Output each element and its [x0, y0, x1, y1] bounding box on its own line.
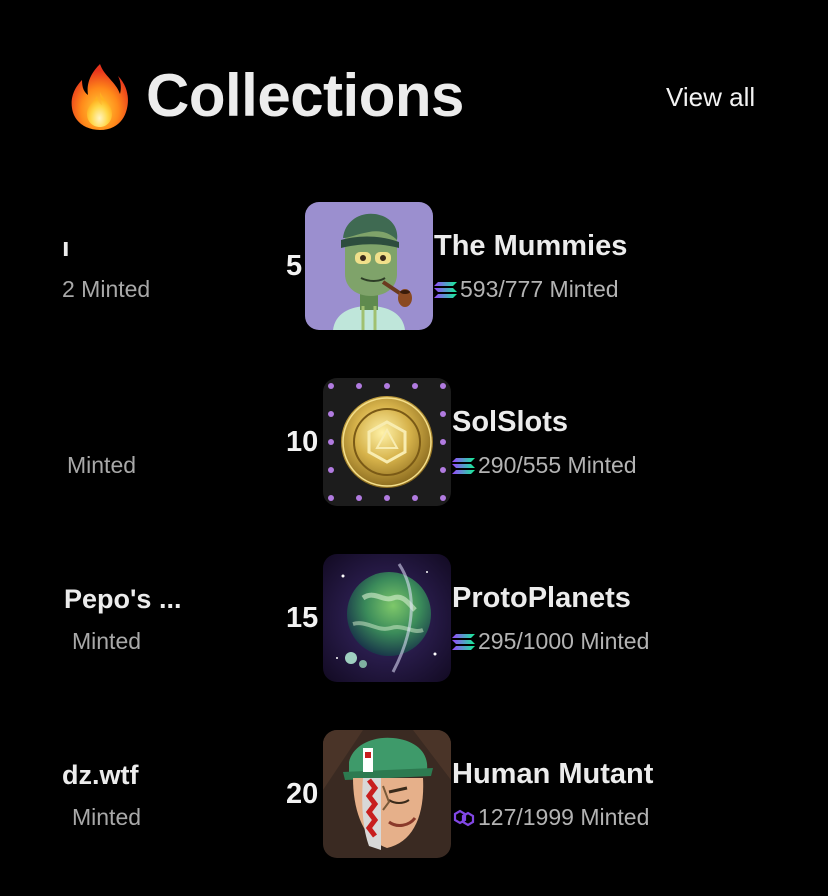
- minted-count: 290/555 Minted: [452, 450, 637, 480]
- rank-number: 5: [286, 250, 303, 282]
- collection-thumbnail[interactable]: [323, 554, 451, 682]
- minted-count: 593/777 Minted: [434, 274, 619, 304]
- solana-icon: [434, 282, 457, 298]
- left-item-name[interactable]: dz.wtf: [62, 758, 138, 792]
- minted-count: 127/1999 Minted: [452, 802, 649, 832]
- mutant-avatar-icon: [323, 730, 451, 858]
- collection-row[interactable]: 5 The Mummies 593/777 Minted: [280, 200, 800, 330]
- collection-thumbnail[interactable]: [305, 202, 433, 330]
- left-item-minted: Minted: [72, 628, 142, 654]
- planet-icon: [323, 554, 451, 682]
- left-item-name[interactable]: Pepo's ...: [64, 582, 181, 616]
- rank-number: 20: [286, 778, 319, 810]
- minted-text: 593/777 Minted: [460, 276, 619, 302]
- minted-text: 127/1999 Minted: [478, 804, 650, 830]
- left-item-minted: Minted: [72, 804, 142, 830]
- collection-name[interactable]: Human Mutant: [452, 756, 653, 792]
- collections-page: Collections View all ı 2 Minted Minted P…: [0, 0, 828, 896]
- solana-icon: [452, 634, 475, 650]
- collection-name[interactable]: ProtoPlanets: [452, 580, 631, 616]
- collection-thumbnail[interactable]: [323, 378, 451, 506]
- collection-name[interactable]: SolSlots: [452, 404, 568, 440]
- minted-count: 295/1000 Minted: [452, 626, 649, 656]
- left-item-minted: Minted: [67, 452, 137, 478]
- rank-number: 10: [286, 426, 319, 458]
- collection-row[interactable]: 20 Human Mutant 127/1999 Minted: [280, 728, 800, 858]
- left-collection-column: ı 2 Minted Minted Pepo's ... Minted dz.w…: [0, 0, 200, 896]
- minted-text: 295/1000 Minted: [478, 628, 650, 654]
- mummy-avatar-icon: [305, 202, 433, 330]
- solslots-coin-icon: [323, 378, 451, 506]
- minted-text: 290/555 Minted: [478, 452, 637, 478]
- collection-thumbnail[interactable]: [323, 730, 451, 858]
- left-item-minted: 2 Minted: [62, 276, 151, 302]
- solana-icon: [452, 458, 475, 474]
- collection-name[interactable]: The Mummies: [434, 228, 627, 264]
- view-all-link[interactable]: View all: [666, 80, 755, 114]
- left-item-name[interactable]: ı: [62, 230, 70, 264]
- rank-number: 15: [286, 602, 319, 634]
- polygon-icon: [453, 809, 475, 827]
- collection-row[interactable]: 10 SolSlots 290/555 Minted: [280, 376, 800, 506]
- collection-row[interactable]: 15 ProtoPlanets 295/1000 Minted: [280, 552, 800, 682]
